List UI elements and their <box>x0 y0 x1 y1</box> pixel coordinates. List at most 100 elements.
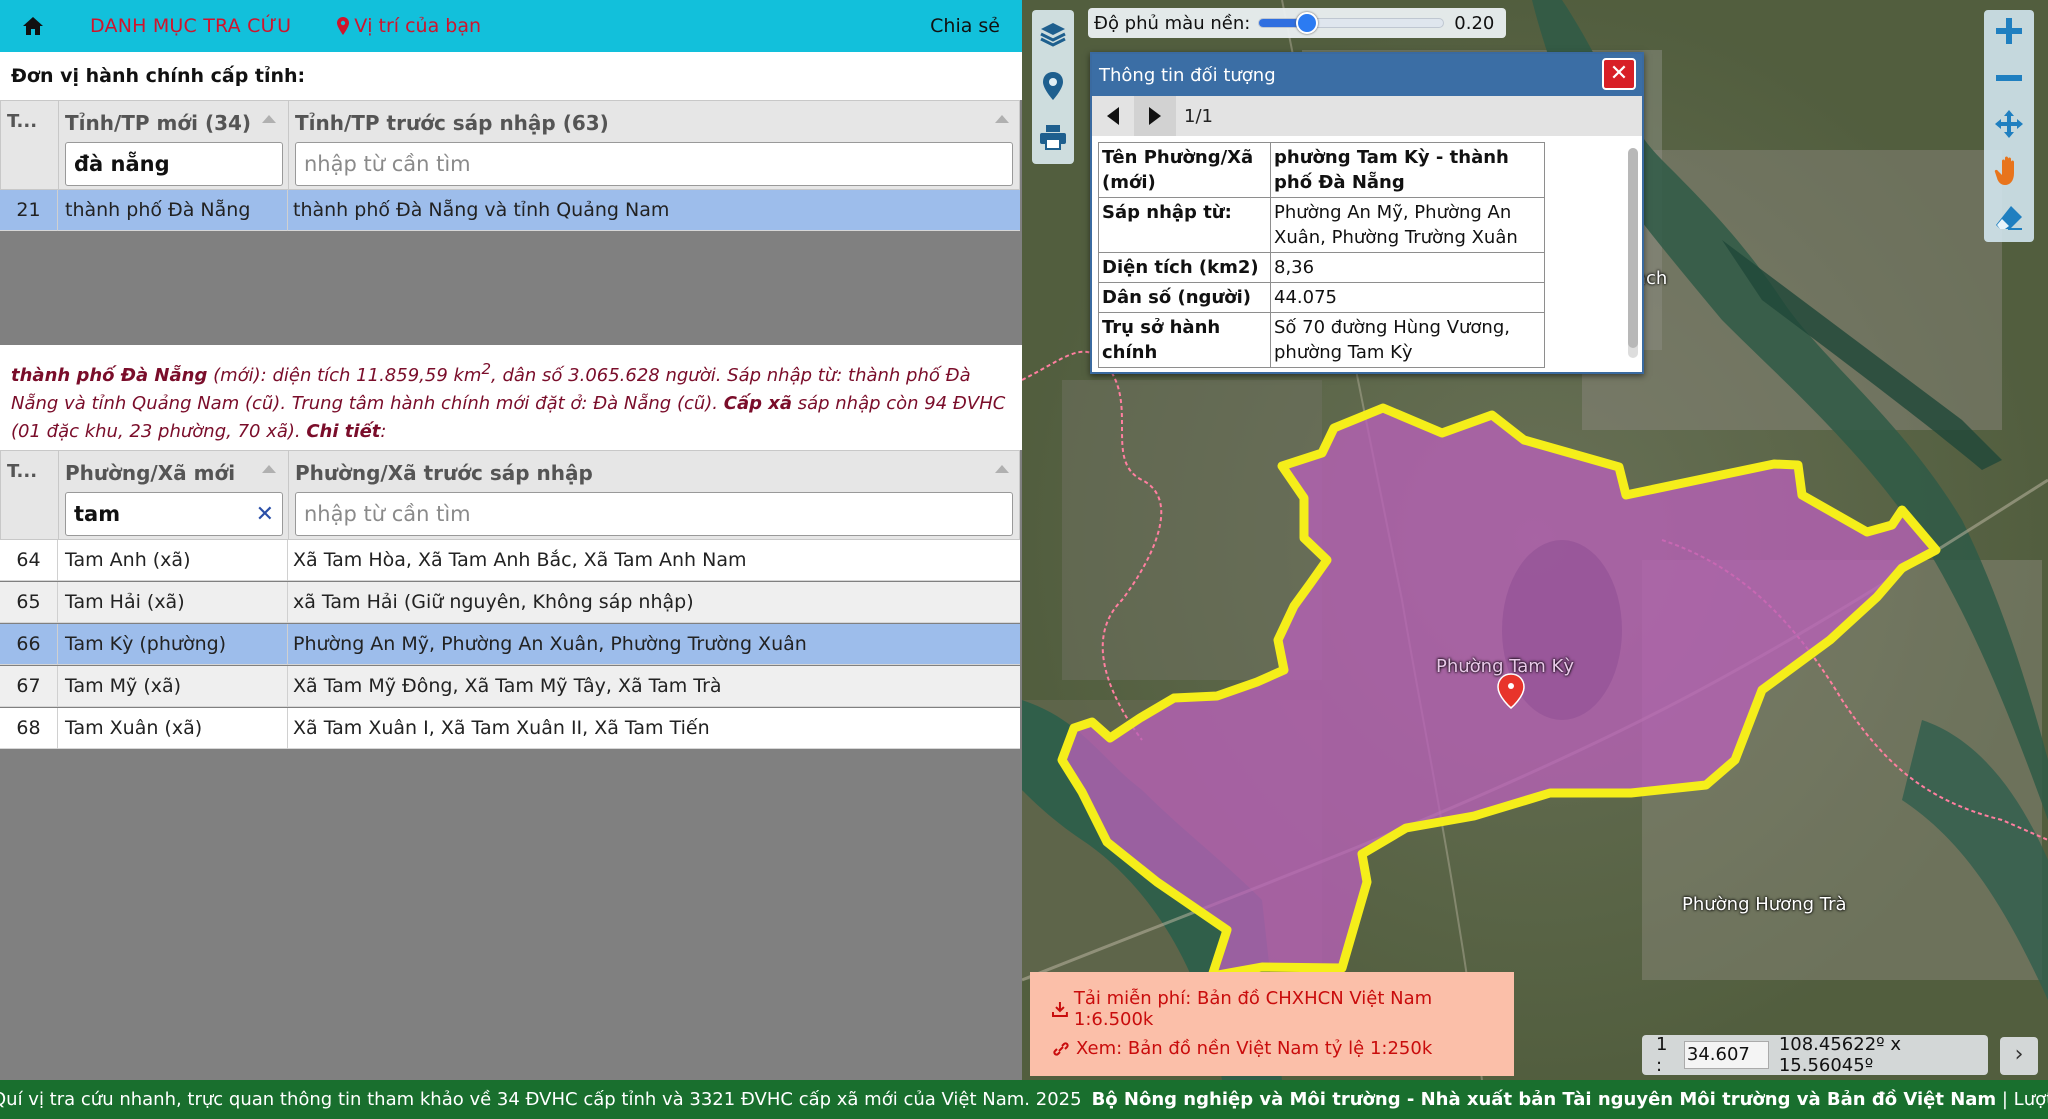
prev-feature-button[interactable] <box>1092 96 1134 136</box>
clear-filter-icon[interactable]: ✕ <box>256 502 274 527</box>
row-new-province: thành phố Đà Nẵng <box>58 190 288 231</box>
map-marker-icon <box>1043 71 1063 100</box>
download-map-label: Tải miễn phí: Bản đồ CHXHCN Việt Nam 1:6… <box>1073 988 1433 1030</box>
col-header-new-province-label: Tỉnh/TP mới (34) <box>65 111 252 135</box>
attribute-key: Dân số (người) <box>1098 282 1271 313</box>
share-link[interactable]: Chia sẻ <box>930 15 1000 37</box>
popup-body: Tên Phường/Xã (mới) phường Tam Kỳ - thành… <box>1092 136 1642 372</box>
opacity-slider-handle[interactable] <box>1296 12 1319 34</box>
province-new-filter-input[interactable]: đà nẵng <box>65 142 283 186</box>
eraser-button[interactable] <box>1994 204 2024 236</box>
sort-arrow-icon <box>262 465 276 473</box>
province-info-commune-label: Cấp xã <box>723 393 792 414</box>
ward-table-row[interactable]: 68 Tam Xuân (xã) Xã Tam Xuân I, Xã Tam Xuâ… <box>0 708 1020 749</box>
marker-button[interactable] <box>1042 71 1064 105</box>
row-new-ward: Tam Xuân (xã) <box>58 708 288 749</box>
popup-pager-count: 1/1 <box>1184 105 1213 127</box>
province-info-detail-label: Chi tiết <box>306 421 381 442</box>
province-table-header: T... Tỉnh/TP mới (34) Tỉnh/TP trước sáp … <box>0 100 1020 191</box>
row-new-ward: Tam Kỳ (phường) <box>58 624 288 665</box>
col-header-index[interactable]: T... <box>1 101 59 191</box>
plus-icon <box>1996 18 2022 45</box>
attribute-row: Dân số (người) 44.075 <box>1098 282 1545 313</box>
zoom-out-button[interactable] <box>1994 63 2024 97</box>
basemap-opacity-control: Độ phủ màu nền: 0.20 <box>1088 8 1506 38</box>
attribute-value: 44.075 <box>1270 282 1545 313</box>
my-location-label: Vị trí của bạn <box>354 15 482 37</box>
view-basemap-link[interactable]: Xem: Bản đồ nền Việt Nam tỷ lệ 1:250k <box>1052 1038 1432 1059</box>
attribute-key: Diện tích (km2) <box>1098 252 1271 283</box>
row-index: 21 <box>0 190 58 231</box>
province-section-title: Đơn vị hành chính cấp tỉnh: <box>0 52 1022 100</box>
lookup-catalog-link[interactable]: DANH MỤC TRA CỨU <box>90 15 291 37</box>
ward-table-header: T... Phường/Xã mới Phường/Xã trước sáp n… <box>0 450 1020 541</box>
feature-attribute-table: Tên Phường/Xã (mới) phường Tam Kỳ - thành… <box>1098 142 1545 368</box>
full-extent-button[interactable] <box>1994 109 2024 143</box>
download-map-link[interactable]: Tải miễn phí: Bản đồ CHXHCN Việt Nam 1:6… <box>1052 988 1514 1030</box>
map-tools-left <box>1032 10 1074 164</box>
triangle-right-icon <box>1149 107 1161 125</box>
row-new-ward: Tam Hải (xã) <box>58 582 288 623</box>
province-old-filter-input[interactable]: nhập từ cần tìm <box>295 142 1013 186</box>
home-button[interactable] <box>0 0 66 52</box>
attribute-value: phường Tam Kỳ - thành phố Đà Nẵng <box>1270 142 1545 198</box>
opacity-value: 0.20 <box>1454 12 1495 34</box>
popup-scrollbar-thumb[interactable] <box>1628 148 1638 348</box>
sort-arrow-icon <box>995 115 1009 123</box>
col-header-new-ward-label: Phường/Xã mới <box>65 461 236 485</box>
ward-old-filter-input[interactable]: nhập từ cần tìm <box>295 492 1013 536</box>
pan-button[interactable] <box>1994 155 2024 191</box>
ward-table-row[interactable]: 66 Tam Kỳ (phường) Phường An Mỹ, Phường An… <box>0 624 1020 665</box>
attribute-value: Phường An Mỹ, Phường An Xuân, Phường Trư… <box>1270 197 1545 253</box>
zoom-in-button[interactable] <box>1994 16 2024 50</box>
attribute-row: Tên Phường/Xã (mới) phường Tam Kỳ - thành… <box>1098 142 1545 198</box>
footer-visits: | Lượt truy cập: 3.652.4 <box>2001 1089 2048 1110</box>
attribute-key: Tên Phường/Xã (mới) <box>1098 142 1271 198</box>
col-header-old-ward-label: Phường/Xã trước sáp nhập <box>295 461 593 485</box>
footer-ticker: Quí vị tra cứu nhanh, trực quan thông ti… <box>0 1080 2048 1119</box>
print-button[interactable] <box>1039 124 1067 154</box>
row-index: 65 <box>0 582 58 623</box>
popup-title: Thông tin đối tượng <box>1099 65 1276 86</box>
map-tools-right <box>1984 10 2034 242</box>
ward-table-row[interactable]: 64 Tam Anh (xã) Xã Tam Hòa, Xã Tam Anh Bắc… <box>0 540 1020 581</box>
col-header-index[interactable]: T... <box>1 451 59 541</box>
attribute-value: Số 70 đường Hùng Vương, phường Tam Kỳ <box>1270 312 1545 368</box>
province-info-sup: 2 <box>481 360 491 378</box>
row-old-ward: Phường An Mỹ, Phường An Xuân, Phường Trư… <box>293 633 807 655</box>
ward-new-filter-input[interactable]: tam ✕ <box>65 492 283 536</box>
view-basemap-label: Xem: Bản đồ nền Việt Nam tỷ lệ 1:250k <box>1076 1038 1433 1059</box>
ward-table-row[interactable]: 67 Tam Mỹ (xã) Xã Tam Mỹ Đông, Xã Tam Mỹ T… <box>0 666 1020 707</box>
scale-coordinate-bar: 1 : 34.607 108.45622º x 15.56045º <box>1642 1034 1988 1076</box>
my-location-link[interactable]: Vị trí của bạn <box>337 15 481 37</box>
collapse-scale-button[interactable]: › <box>2000 1037 2038 1075</box>
opacity-slider[interactable] <box>1258 12 1445 34</box>
col-header-index-label: T... <box>7 461 38 482</box>
row-new-ward: Tam Mỹ (xã) <box>58 666 288 707</box>
row-old-province: thành phố Đà Nẵng và tỉnh Quảng Nam <box>293 199 670 221</box>
province-table-row[interactable]: 21 thành phố Đà Nẵng thành phố Đà Nẵng v… <box>0 190 1020 231</box>
attribute-row: Trụ sở hành chính Số 70 đường Hùng Vương,… <box>1098 312 1545 368</box>
province-info-text1: (mới): diện tích 11.859,59 km <box>207 365 482 386</box>
next-feature-button[interactable] <box>1134 96 1176 136</box>
popup-close-button[interactable]: ✕ <box>1602 58 1636 90</box>
popup-scrollbar[interactable] <box>1628 148 1638 358</box>
ward-table-row[interactable]: 65 Tam Hải (xã) xã Tam Hải (Giữ nguyên, Kh… <box>0 582 1020 623</box>
scale-input[interactable]: 34.607 <box>1683 1041 1769 1069</box>
row-old-ward: Xã Tam Mỹ Đông, Xã Tam Mỹ Tây, Xã Tam Tr… <box>293 675 722 697</box>
row-old-ward: xã Tam Hải (Giữ nguyên, Không sáp nhập) <box>293 591 694 613</box>
sort-arrow-icon <box>995 465 1009 473</box>
layers-button[interactable] <box>1039 20 1067 52</box>
col-header-old-province-label: Tỉnh/TP trước sáp nhập (63) <box>295 111 609 135</box>
eraser-icon <box>1996 205 2022 230</box>
hand-icon <box>1994 156 2014 186</box>
attribute-row: Diện tích (km2) 8,36 <box>1098 252 1545 283</box>
province-info-text: thành phố Đà Nẵng (mới): diện tích 11.85… <box>0 345 1022 450</box>
coordinate-readout: 108.45622º x 15.56045º <box>1778 1034 1902 1076</box>
ward-new-filter-value: tam <box>74 502 121 526</box>
download-icon <box>1052 1002 1068 1017</box>
row-old-ward: Xã Tam Hòa, Xã Tam Anh Bắc, Xã Tam Anh N… <box>293 549 747 571</box>
map-view[interactable]: Phường Tam Kỳ Phường Hương Trà Bàn Thạch <box>1022 0 2048 1080</box>
download-links-box: Tải miễn phí: Bản đồ CHXHCN Việt Nam 1:6… <box>1030 972 1514 1076</box>
sort-arrow-icon <box>262 115 276 123</box>
